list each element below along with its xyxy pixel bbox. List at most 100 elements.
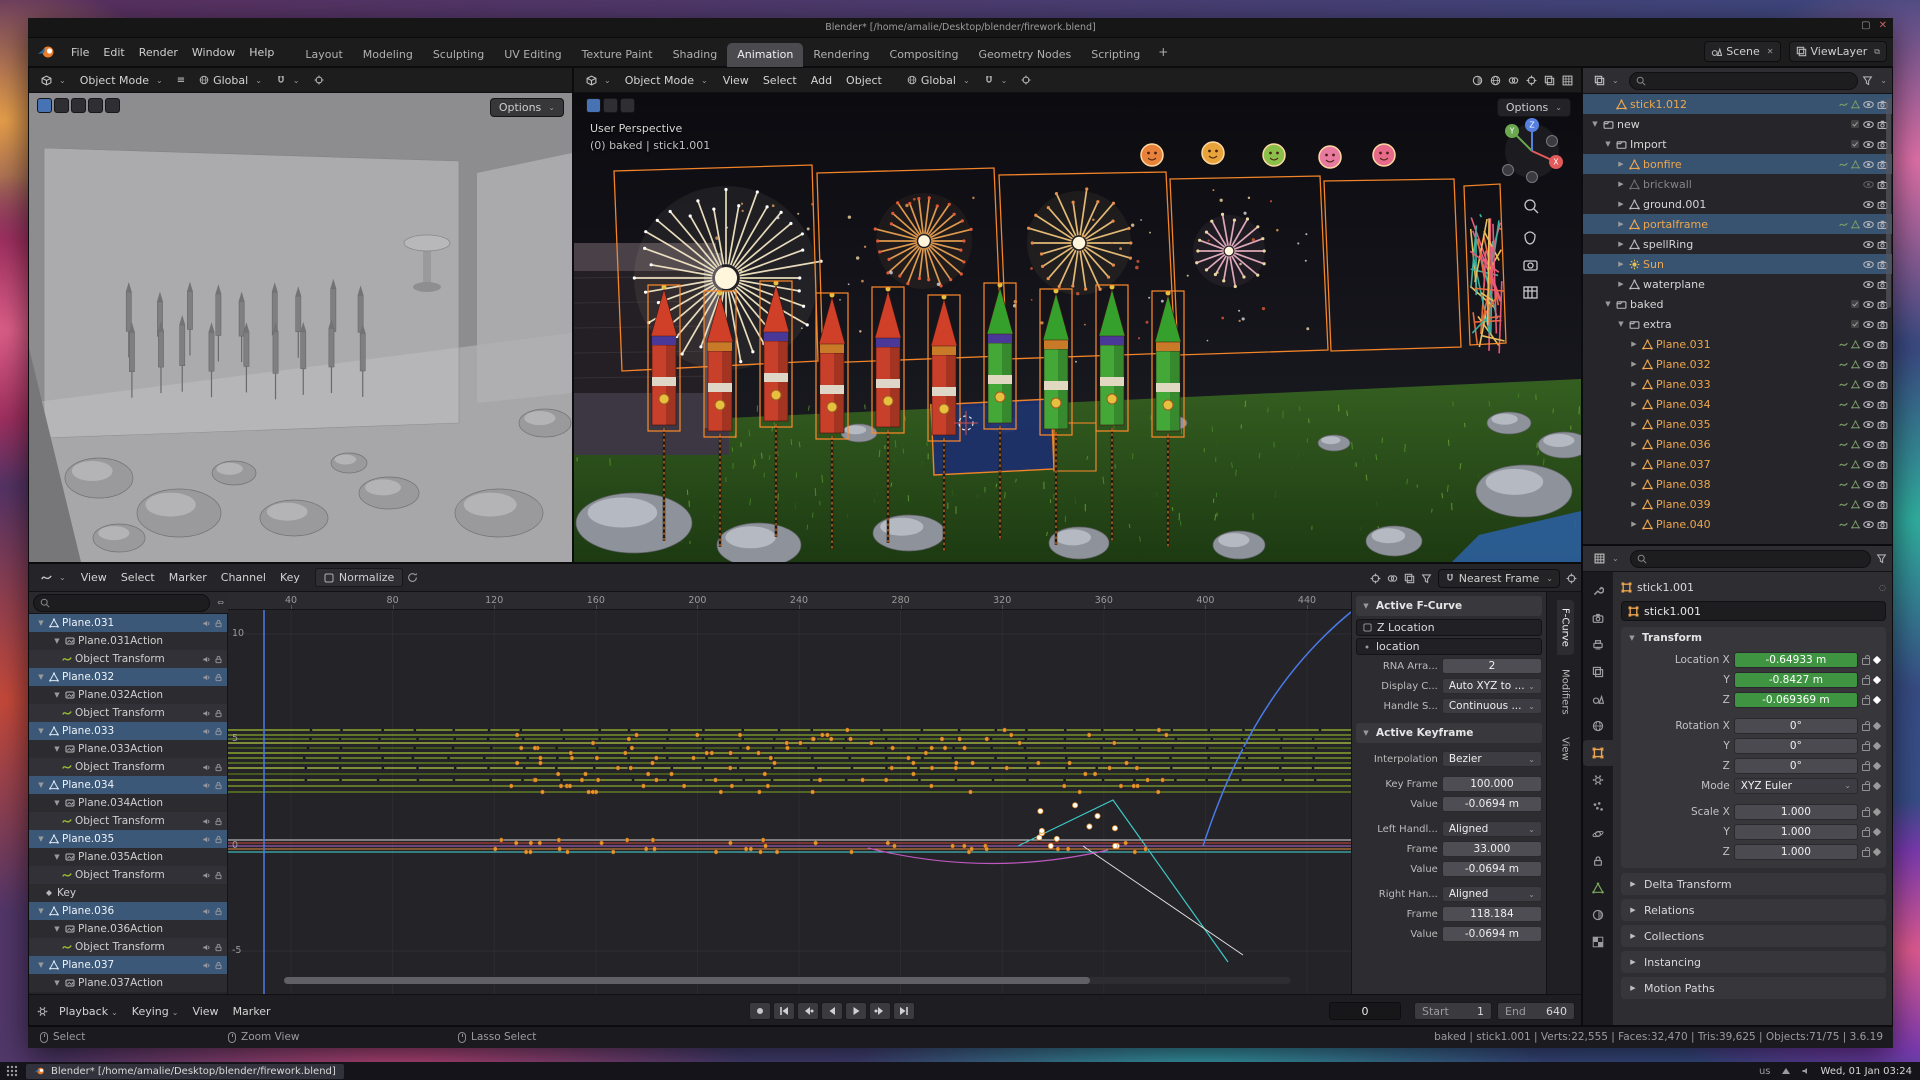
channel-action-10[interactable]: ▼Plane.034Action [29, 794, 227, 812]
field-value[interactable]: 1.000 [1734, 804, 1858, 820]
tool-cursor[interactable] [54, 98, 69, 113]
outliner-item-new[interactable]: ▼new [1583, 114, 1892, 134]
object-name-field[interactable]: stick1.001 [1621, 601, 1886, 621]
eye-icon[interactable] [1863, 339, 1874, 350]
active-channel-name[interactable]: Z Location [1356, 619, 1542, 636]
speaker-icon[interactable] [202, 817, 211, 826]
field-value[interactable]: 0° [1734, 738, 1858, 754]
check-icon[interactable] [1850, 319, 1860, 329]
graph-menu-key[interactable]: Key [273, 569, 307, 586]
properties-tab-output[interactable] [1583, 632, 1613, 658]
disclosure-right-icon[interactable]: ▶ [1629, 360, 1639, 368]
disclosure-down-icon[interactable]: ▼ [52, 799, 62, 807]
outliner-item-plane-033[interactable]: ▶Plane.033 [1583, 374, 1892, 394]
workspace-tab-sculpting[interactable]: Sculpting [423, 43, 494, 67]
properties-tab-data[interactable] [1583, 875, 1613, 901]
new-layer-icon[interactable]: ⧉ [1874, 47, 1880, 57]
disclosure-right-icon[interactable]: ▶ [1616, 220, 1626, 228]
sidebar-tab-modifiers[interactable]: Modifiers [1557, 661, 1574, 723]
prev-keyframe-button[interactable] [797, 1002, 819, 1020]
outliner-item-extra[interactable]: ▼extra [1583, 314, 1892, 334]
field-value[interactable]: 2 [1442, 658, 1542, 674]
outliner-item-plane-031[interactable]: ▶Plane.031 [1583, 334, 1892, 354]
close-icon[interactable]: ✕ [1879, 20, 1887, 31]
taskbar-window-button[interactable]: Blender* [/home/amalie/Desktop/blender/f… [26, 1064, 344, 1079]
workspace-tab-texture-paint[interactable]: Texture Paint [572, 43, 663, 67]
camera-icon[interactable] [1877, 399, 1888, 410]
channel-group-18[interactable]: Object Transform [29, 938, 227, 956]
next-keyframe-button[interactable] [869, 1002, 891, 1020]
eye-icon[interactable] [1863, 519, 1874, 530]
proportional-edit-icon[interactable] [1566, 573, 1577, 584]
eye-icon[interactable] [1863, 319, 1874, 330]
camera-icon[interactable] [1877, 459, 1888, 470]
playback-menu-marker[interactable]: Marker [226, 1003, 278, 1020]
eye-icon[interactable] [1863, 199, 1874, 210]
graph-curves[interactable] [228, 610, 1351, 994]
outliner-item-plane-032[interactable]: ▶Plane.032 [1583, 354, 1892, 374]
lock-icon[interactable] [214, 781, 223, 790]
keyframe-diamond-icon[interactable] [1873, 721, 1881, 729]
lock-icon[interactable] [214, 943, 223, 952]
properties-tab-modifiers[interactable] [1583, 767, 1613, 793]
disclosure-right-icon[interactable]: ▶ [1629, 380, 1639, 388]
disclosure-down-icon[interactable]: ▼ [52, 853, 62, 861]
camera-icon[interactable] [1877, 519, 1888, 530]
channel-group-11[interactable]: Object Transform [29, 812, 227, 830]
disclosure-right-icon[interactable]: ▶ [1629, 400, 1639, 408]
viewport-menu-add[interactable]: Add [804, 72, 839, 89]
tool-move[interactable] [71, 98, 86, 113]
viewport-left-mode-dropdown[interactable]: Object Mode⌄ [74, 72, 169, 89]
blender-logo-icon[interactable] [36, 44, 58, 60]
viewport-right-options-button[interactable]: Options⌄ [1497, 98, 1571, 117]
maximize-icon[interactable]: ▢ [1861, 20, 1870, 31]
workspace-tab-geometry-nodes[interactable]: Geometry Nodes [968, 43, 1081, 67]
filter-icon[interactable] [1421, 573, 1432, 584]
editor-type-viewport-icon[interactable]: ⌄ [580, 73, 617, 88]
camera-icon[interactable] [1877, 359, 1888, 370]
keyframe-diamond-icon[interactable] [1873, 741, 1881, 749]
keyframe-diamond-icon[interactable] [1873, 675, 1881, 683]
lock-icon[interactable] [214, 619, 223, 628]
eye-icon[interactable] [1863, 499, 1874, 510]
menu-render[interactable]: Render [132, 43, 185, 62]
channel-group-14[interactable]: Object Transform [29, 866, 227, 884]
properties-tab-material[interactable] [1583, 902, 1613, 928]
properties-tab-physics[interactable] [1583, 821, 1613, 847]
sidebar-tab-f-curve[interactable]: F-Curve [1557, 600, 1574, 655]
tool-select-box[interactable] [586, 98, 601, 113]
field-value[interactable]: Auto XYZ to ...⌄ [1442, 678, 1542, 694]
lock-icon[interactable] [1862, 850, 1870, 857]
auto-key-record-button[interactable] [749, 1002, 771, 1020]
outliner-item-plane-037[interactable]: ▶Plane.037 [1583, 454, 1892, 474]
outliner-item-brickwall[interactable]: ▶brickwall [1583, 174, 1892, 194]
normalize-button[interactable]: Normalize [315, 568, 403, 587]
section-instancing[interactable]: ▶Instancing [1621, 951, 1886, 973]
snap-toggle-icon[interactable]: ⌄ [270, 73, 306, 87]
camera-icon[interactable] [1877, 319, 1888, 330]
outliner-scrollbar[interactable] [1886, 98, 1891, 308]
scene-selector[interactable]: Scene ✕ [1704, 41, 1780, 62]
outliner-item-plane-036[interactable]: ▶Plane.036 [1583, 434, 1892, 454]
field-value[interactable]: Aligned⌄ [1442, 886, 1542, 902]
frame-end-field[interactable]: End640 [1497, 1002, 1575, 1020]
disclosure-right-icon[interactable]: ▶ [1629, 520, 1639, 528]
disclosure-right-icon[interactable]: ▶ [1616, 260, 1626, 268]
workspace-tab-scripting[interactable]: Scripting [1081, 43, 1150, 67]
properties-tab-render[interactable] [1583, 605, 1613, 631]
lock-icon[interactable] [1862, 698, 1870, 705]
menu-edit[interactable]: Edit [96, 43, 131, 62]
tool-scale[interactable] [105, 98, 120, 113]
current-frame-field[interactable]: 0 [1329, 1002, 1401, 1020]
eye-icon[interactable] [1863, 159, 1874, 170]
keyframe-diamond-icon[interactable] [1873, 695, 1881, 703]
lock-icon[interactable] [1862, 658, 1870, 665]
disclosure-down-icon[interactable]: ▼ [52, 745, 62, 753]
section-delta-transform[interactable]: ▶Delta Transform [1621, 873, 1886, 895]
outliner-item-plane-039[interactable]: ▶Plane.039 [1583, 494, 1892, 514]
eye-icon[interactable] [1863, 239, 1874, 250]
channel-group-8[interactable]: Object Transform [29, 758, 227, 776]
field-value[interactable]: -0.0694 m [1442, 861, 1542, 877]
gizmos-icon[interactable] [1526, 75, 1537, 86]
taskbar-clock[interactable]: Wed, 01 Jan 03:24 [1821, 1066, 1912, 1077]
